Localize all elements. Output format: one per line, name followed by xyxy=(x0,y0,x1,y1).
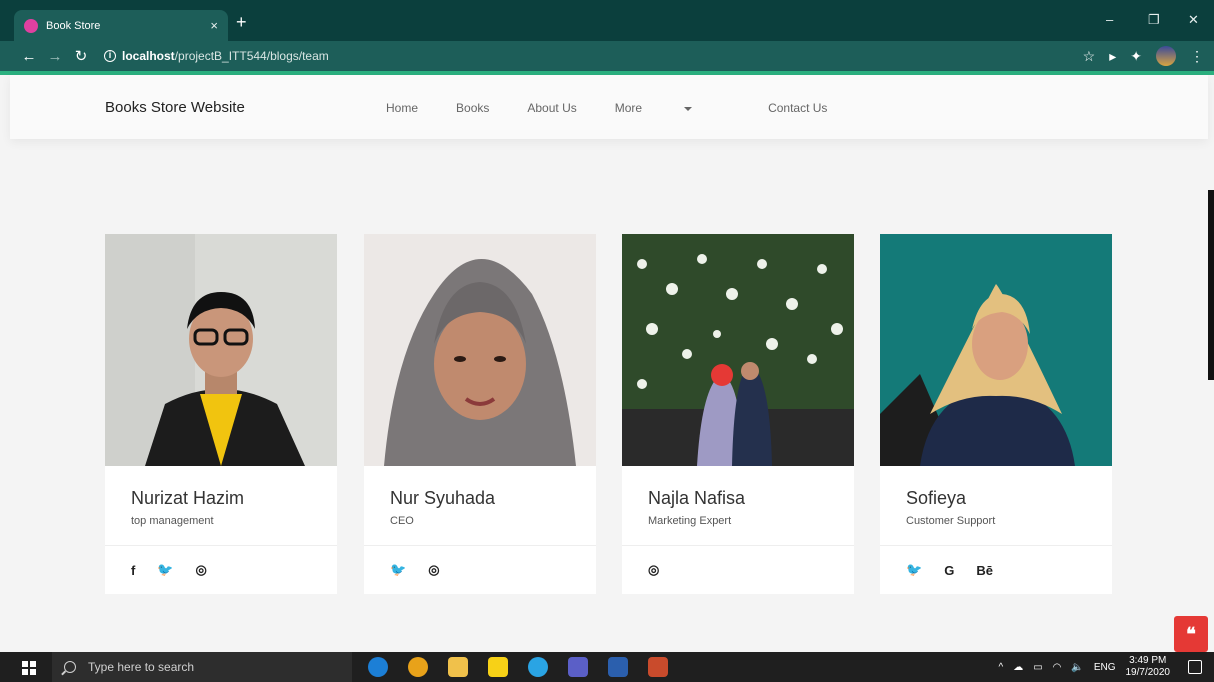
reload-icon[interactable]: ↻ xyxy=(68,47,94,65)
edge-icon[interactable] xyxy=(368,657,388,677)
instagram-icon[interactable]: ◎ xyxy=(648,562,659,578)
member-role: Customer Support xyxy=(906,515,996,527)
instagram-icon[interactable]: ◎ xyxy=(196,562,207,578)
system-tray: ^ ☁ ▭ ◠ 🔈 ENG 3:49 PM 19/7/2020 xyxy=(998,652,1170,682)
social-links: ◎ xyxy=(622,546,854,594)
member-role: Marketing Expert xyxy=(648,515,732,527)
info-icon[interactable]: i xyxy=(104,50,116,62)
clock-time: 3:49 PM xyxy=(1129,655,1167,666)
team-card-body: Nurizat Hazim top management xyxy=(105,466,337,546)
favicon-icon xyxy=(24,18,38,33)
taskbar-clock[interactable]: 3:49 PM 19/7/2020 xyxy=(1126,655,1171,679)
telegram-icon[interactable] xyxy=(528,657,548,677)
back-arrow-icon[interactable]: ← xyxy=(16,48,42,65)
social-links: 🐦 ◎ xyxy=(364,546,596,594)
member-name: Najla Nafisa xyxy=(648,488,746,508)
profile-avatar-icon[interactable] xyxy=(1156,46,1176,66)
windows-start-icon[interactable] xyxy=(22,661,36,675)
person-photo-icon xyxy=(105,234,337,466)
team-photo xyxy=(622,234,854,466)
google-icon[interactable]: G xyxy=(944,563,954,578)
browser-tab[interactable]: Book Store × xyxy=(14,10,228,41)
twitter-icon[interactable]: 🐦 xyxy=(390,562,406,578)
team-card: Najla Nafisa Marketing Expert ◎ xyxy=(622,234,854,594)
team-photo xyxy=(880,234,1112,466)
nav-contact-us[interactable]: Contact Us xyxy=(768,101,827,115)
restore-button[interactable]: ❐ xyxy=(1148,12,1160,28)
taskbar-search[interactable]: Type here to search xyxy=(52,652,352,682)
close-window-button[interactable]: ✕ xyxy=(1188,12,1199,28)
main-nav: Home Books About Us More Contact Us xyxy=(386,101,865,115)
nav-about-us[interactable]: About Us xyxy=(527,101,576,115)
url-path: /projectB_ITT544/blogs/team xyxy=(174,49,329,63)
social-links: f 🐦 ◎ xyxy=(105,546,337,594)
caret-down-icon xyxy=(684,106,693,111)
search-placeholder: Type here to search xyxy=(88,660,195,674)
battery-icon[interactable]: ▭ xyxy=(1033,662,1042,673)
notification-icon[interactable] xyxy=(1188,660,1202,674)
nav-home[interactable]: Home xyxy=(386,101,418,115)
garden-photo-icon xyxy=(622,234,854,466)
instagram-icon[interactable]: ◎ xyxy=(428,562,439,578)
team-card-body: Najla Nafisa Marketing Expert xyxy=(622,466,854,546)
behance-icon[interactable]: Bē xyxy=(976,563,993,578)
new-tab-button[interactable]: + xyxy=(236,13,247,31)
team-photo xyxy=(105,234,337,466)
volume-icon[interactable]: 🔈 xyxy=(1071,662,1083,673)
sticky-notes-icon[interactable] xyxy=(488,657,508,677)
nav-more-label: More xyxy=(614,101,643,115)
twitter-icon[interactable]: 🐦 xyxy=(906,562,922,578)
url-field[interactable]: i localhost/projectB_ITT544/blogs/team xyxy=(104,49,329,63)
clock-date: 19/7/2020 xyxy=(1125,667,1171,678)
member-name: Nur Syuhada xyxy=(390,488,496,508)
site-header: Books Store Website Home Books About Us … xyxy=(10,75,1208,139)
team-card-body: Nur Syuhada CEO xyxy=(364,466,596,546)
extensions-puzzle-icon[interactable]: ✦ xyxy=(1130,48,1142,65)
chat-widget-icon[interactable]: ❝ xyxy=(1174,616,1208,652)
forward-arrow-icon[interactable]: → xyxy=(42,48,68,65)
chevron-up-icon[interactable]: ^ xyxy=(998,662,1003,673)
team-card: Nur Syuhada CEO 🐦 ◎ xyxy=(364,234,596,594)
pinned-apps xyxy=(368,657,668,677)
browser-tab-bar: Book Store × + – ❐ ✕ xyxy=(0,0,1214,41)
menu-dots-icon[interactable]: ⋮ xyxy=(1190,48,1204,65)
facebook-icon[interactable]: f xyxy=(131,563,135,578)
team-photo xyxy=(364,234,596,466)
member-role: top management xyxy=(131,515,214,527)
member-name: Sofieya xyxy=(906,488,967,508)
person-photo-icon xyxy=(364,234,596,466)
chrome-icon[interactable] xyxy=(408,657,428,677)
language-indicator[interactable]: ENG xyxy=(1094,662,1116,673)
search-icon xyxy=(64,661,76,673)
wifi-icon[interactable]: ◠ xyxy=(1053,662,1062,673)
address-bar: ← → ↻ i localhost/projectB_ITT544/blogs/… xyxy=(0,41,1214,71)
winrar-icon[interactable] xyxy=(648,657,668,677)
word-icon[interactable] xyxy=(608,657,628,677)
person-photo-icon xyxy=(880,234,1112,466)
member-name: Nurizat Hazim xyxy=(131,488,245,508)
extension-play-icon[interactable]: ▸ xyxy=(1109,48,1116,65)
team-card: Sofieya Customer Support 🐦 G Bē xyxy=(880,234,1112,594)
tab-title: Book Store xyxy=(46,19,101,32)
scrollbar-thumb[interactable] xyxy=(1208,190,1214,380)
member-role: CEO xyxy=(390,515,414,527)
nav-more[interactable]: More xyxy=(615,101,730,115)
toolbar-icons: ☆ ▸ ✦ ⋮ xyxy=(1083,41,1204,71)
bookmark-star-icon[interactable]: ☆ xyxy=(1083,48,1096,65)
teams-icon[interactable] xyxy=(568,657,588,677)
windows-taskbar: Type here to search ^ ☁ ▭ ◠ 🔈 ENG 3:49 P… xyxy=(0,652,1214,682)
team-card-body: Sofieya Customer Support xyxy=(880,466,1112,546)
nav-books[interactable]: Books xyxy=(456,101,489,115)
social-links: 🐦 G Bē xyxy=(880,546,1112,594)
onedrive-cloud-icon[interactable]: ☁ xyxy=(1013,662,1023,673)
url-host: localhost xyxy=(122,49,175,63)
file-explorer-icon[interactable] xyxy=(448,657,468,677)
minimize-button[interactable]: – xyxy=(1106,12,1113,27)
team-card: Nurizat Hazim top management f 🐦 ◎ xyxy=(105,234,337,594)
site-brand[interactable]: Books Store Website xyxy=(105,99,245,116)
tab-close-icon[interactable]: × xyxy=(210,18,218,33)
twitter-icon[interactable]: 🐦 xyxy=(157,562,173,578)
